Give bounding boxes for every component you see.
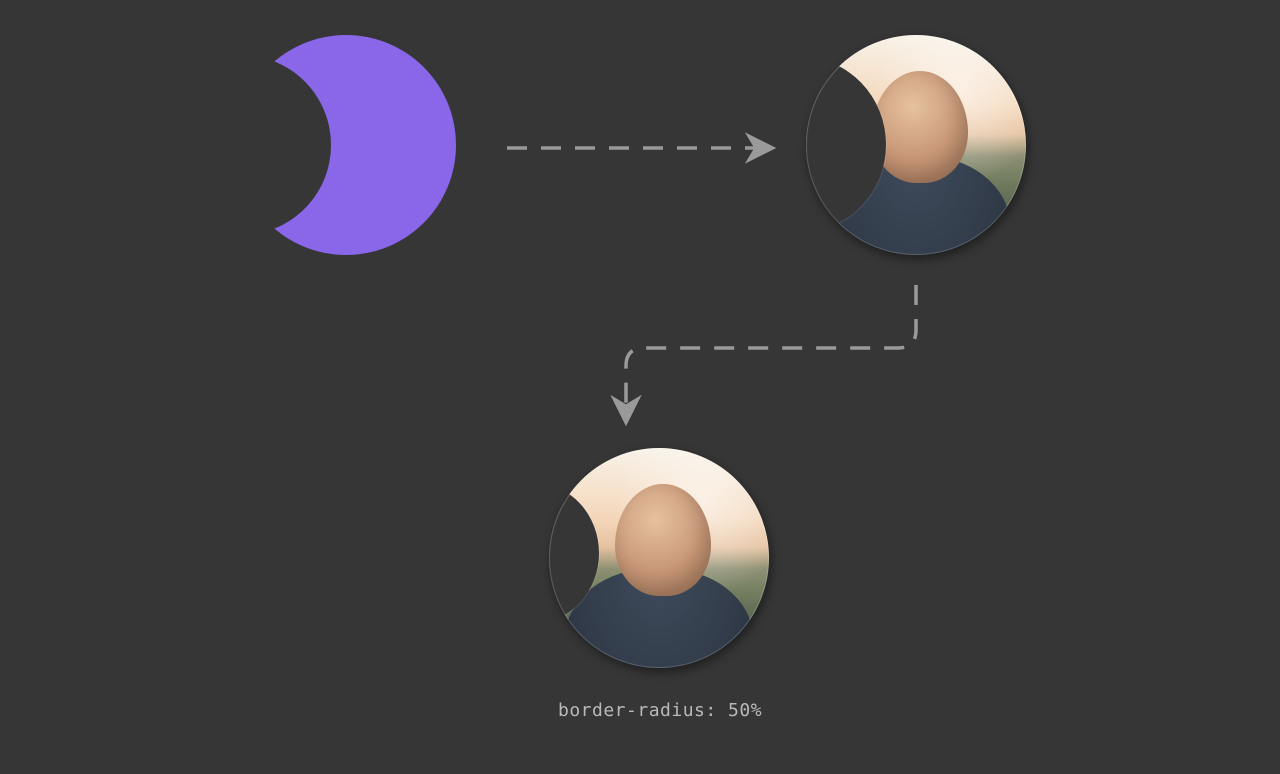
arrow-avatar-to-rounded [626, 285, 916, 420]
mask-shape-crescent [236, 35, 456, 255]
avatar-head [872, 71, 968, 183]
crescent-cutout [151, 55, 331, 235]
caption-border-radius: border-radius: 50% [558, 700, 762, 721]
avatar-masked [806, 35, 1026, 255]
avatar-head [615, 484, 711, 596]
avatar-rounded [549, 448, 769, 668]
